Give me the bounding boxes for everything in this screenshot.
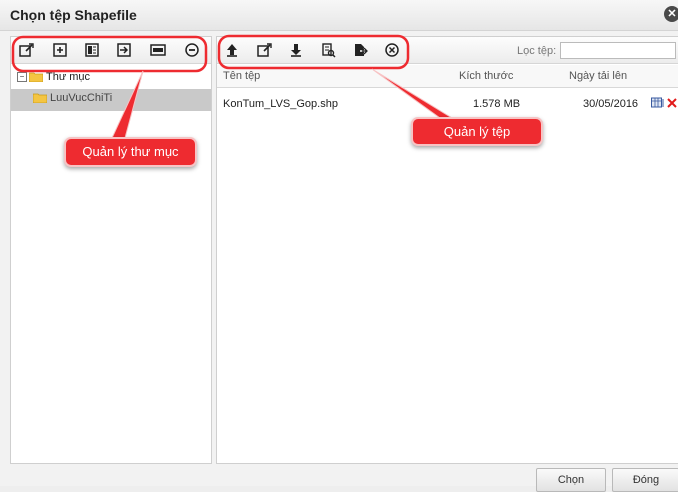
remove-row-icon[interactable] [667, 97, 677, 109]
remove-folder-icon[interactable] [183, 41, 201, 59]
folder-open-icon [29, 72, 43, 82]
close-button[interactable]: Đóng [612, 468, 678, 492]
folder-toolbar [11, 37, 211, 64]
move-folder-icon[interactable] [115, 41, 133, 59]
folder-icon [33, 93, 47, 103]
move-file-icon[interactable] [351, 41, 369, 59]
dialog-title: Chọn tệp Shapefile [10, 7, 137, 23]
column-header-size[interactable]: Kích thước [459, 70, 513, 82]
dialog-titlebar: Chọn tệp Shapefile ✕ [0, 0, 678, 31]
file-pane: Lọc tệp: Tên tệp Kích thước Ngày tải lên… [216, 36, 678, 464]
tree-child-label: LuuVucChiTi [50, 92, 113, 104]
file-date-cell: 30/05/2016 [583, 98, 639, 110]
upload-icon[interactable] [223, 41, 241, 59]
tree-root-item[interactable]: − Thư mục [17, 69, 90, 85]
file-toolbar: Lọc tệp: [217, 37, 678, 64]
file-name-cell: KonTum_LVS_Gop.shp [223, 98, 338, 110]
table-row[interactable]: KonTum_LVS_Gop.shp 1.578 MB 30/05/2016 [217, 93, 678, 115]
file-table-header: Tên tệp Kích thước Ngày tải lên [217, 65, 678, 88]
delete-file-icon[interactable] [383, 41, 401, 59]
tree-child-item[interactable]: LuuVucChiTi [11, 89, 211, 111]
attribute-table-icon[interactable] [651, 97, 665, 109]
filter-input[interactable] [560, 42, 677, 59]
new-folder-icon[interactable] [51, 41, 69, 59]
filter-group: Lọc tệp: [517, 42, 677, 59]
column-header-name[interactable]: Tên tệp [223, 70, 260, 82]
collapse-icon[interactable]: − [17, 72, 27, 82]
folder-management-callout: Quản lý thư mục [64, 137, 197, 167]
file-properties-icon[interactable] [255, 41, 273, 59]
choose-button[interactable]: Chọn [536, 468, 606, 492]
column-header-date[interactable]: Ngày tải lên [569, 70, 627, 82]
folder-properties-icon[interactable] [17, 41, 35, 59]
rename-folder-icon[interactable] [149, 41, 167, 59]
close-dialog-icon[interactable]: ✕ [664, 6, 678, 22]
folder-pane: − Thư mục LuuVucChiTi [10, 36, 212, 464]
view-file-icon[interactable] [319, 41, 337, 59]
file-size-cell: 1.578 MB [473, 98, 521, 110]
filter-label: Lọc tệp: [517, 44, 557, 57]
download-icon[interactable] [287, 41, 305, 59]
shapefile-dialog: Chọn tệp Shapefile ✕ − Thư mục LuuVucChi… [0, 0, 678, 492]
tree-root-label: Thư mục [46, 71, 91, 83]
file-management-callout: Quản lý tệp [411, 117, 543, 146]
folder-list-icon[interactable] [83, 41, 101, 59]
